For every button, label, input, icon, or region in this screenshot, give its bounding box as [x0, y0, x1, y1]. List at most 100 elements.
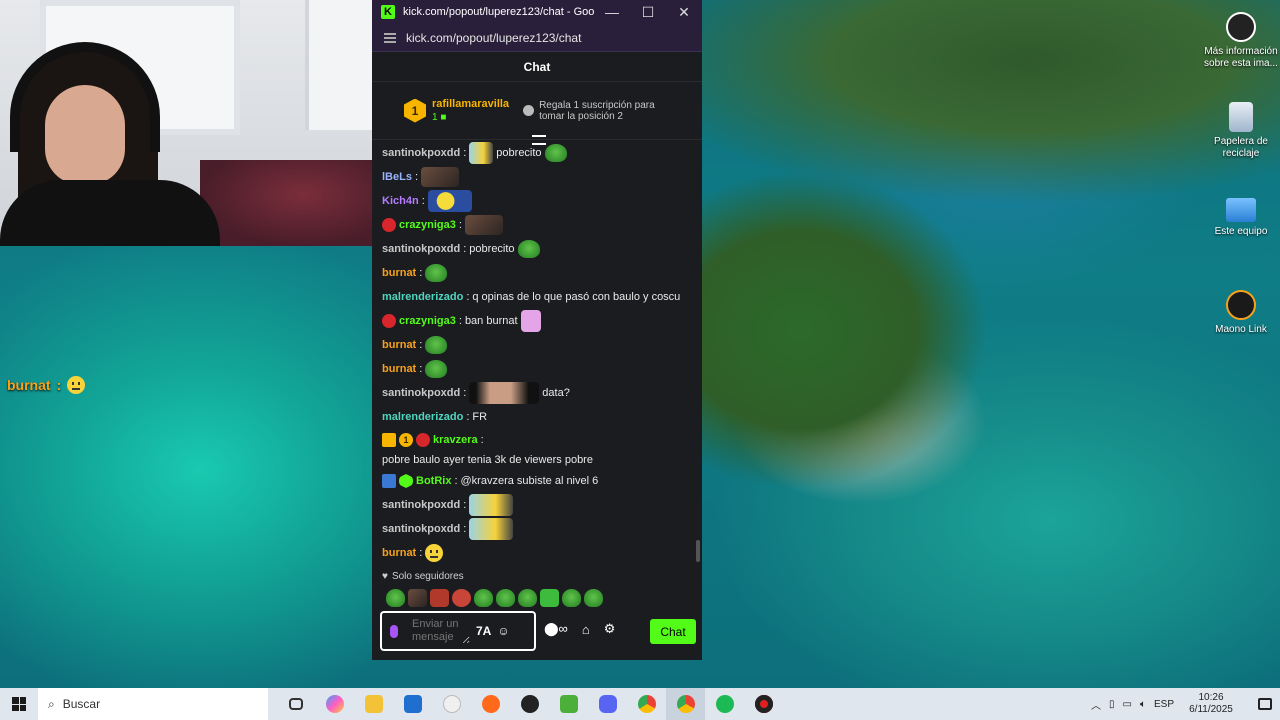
message-composer[interactable]: 7A ☺: [380, 611, 536, 651]
verified-badge-icon: [399, 474, 413, 488]
desktop-icon-maono[interactable]: Maono Link: [1201, 290, 1280, 336]
desktop-icon-info[interactable]: Más información sobre esta ima...: [1201, 12, 1280, 70]
chat-username[interactable]: santinokpoxdd: [382, 523, 460, 535]
clock[interactable]: 10:26 6/11/2025: [1182, 692, 1240, 716]
desktop-icon-this-pc[interactable]: Este equipo: [1201, 198, 1280, 238]
quick-emote[interactable]: [562, 589, 581, 607]
send-chat-button[interactable]: Chat: [650, 619, 696, 644]
chat-message: burnat:: [382, 261, 692, 285]
quick-emote[interactable]: [540, 589, 559, 607]
desktop-icon-recycle-bin[interactable]: Papelera de reciclaje: [1201, 102, 1280, 160]
chat-messages: santinokpoxdd: pobrecito lBeLs: Kich4n: …: [382, 141, 692, 565]
chat-username[interactable]: burnat: [382, 339, 416, 351]
chat-username[interactable]: lBeLs: [382, 171, 412, 183]
desktop-icon-label: Más información sobre esta ima...: [1204, 46, 1278, 69]
chat-username[interactable]: malrenderizado: [382, 411, 463, 423]
quick-emote[interactable]: [584, 589, 603, 607]
taskbar-app-orange[interactable]: [471, 688, 510, 720]
quick-emote[interactable]: [386, 589, 405, 607]
taskbar-app-copilot[interactable]: [315, 688, 354, 720]
task-view-button[interactable]: [276, 688, 315, 720]
pinned-gifter-bar[interactable]: 1 rafillamaravilla 1 ■ Regala 1 suscripc…: [372, 82, 702, 145]
pinned-username[interactable]: rafillamaravilla: [432, 98, 509, 110]
microphone-icon[interactable]: [390, 624, 398, 638]
emote-frog: [425, 336, 448, 354]
chevron-up-icon[interactable]: ︿: [1091, 697, 1101, 712]
chat-username[interactable]: burnat: [382, 363, 416, 375]
minimize-button[interactable]: —: [594, 4, 630, 20]
start-button[interactable]: [0, 688, 38, 720]
overlay-user: burnat: [7, 377, 51, 393]
site-settings-icon[interactable]: [384, 32, 396, 43]
desktop-icon-label: Este equipo: [1214, 226, 1268, 237]
clock-time: 10:26: [1198, 692, 1224, 703]
taskbar-app-store[interactable]: [393, 688, 432, 720]
folder-icon: [364, 695, 383, 713]
chat-username[interactable]: BotRix: [416, 475, 451, 487]
gift-sub-prompt[interactable]: Regala 1 suscripción para tomar la posic…: [523, 100, 663, 122]
window-title: kick.com/popout/luperez123/chat - Google…: [403, 6, 594, 18]
taskbar-app-discord[interactable]: [588, 688, 627, 720]
quick-emote[interactable]: [474, 589, 493, 607]
taskbar-app-spotify[interactable]: [705, 688, 744, 720]
settings-gear-icon[interactable]: ⚙: [604, 621, 616, 637]
taskbar-app-word[interactable]: [432, 688, 471, 720]
close-button[interactable]: ✕: [666, 4, 702, 21]
chat-message: santinokpoxdd: pobrecito: [382, 141, 692, 165]
copilot-icon: [325, 695, 344, 713]
language-indicator[interactable]: ESP: [1154, 699, 1174, 710]
quick-emote[interactable]: [452, 589, 471, 607]
chat-username[interactable]: burnat: [382, 547, 416, 559]
chat-message: santinokpoxdd:: [382, 493, 692, 517]
channel-points-icon[interactable]: ⬤∞: [544, 621, 568, 637]
message-input[interactable]: [412, 618, 470, 644]
address-bar[interactable]: kick.com/popout/luperez123/chat: [372, 24, 702, 52]
word-icon: [442, 695, 461, 713]
emote-blob: [469, 518, 514, 540]
taskbar-app-obs[interactable]: [510, 688, 549, 720]
chat-username[interactable]: crazyniga3: [399, 219, 456, 231]
chat-tools: ⬤∞ ⌂ ⚙: [544, 621, 615, 637]
chat-text: q opinas de lo que pasó con baulo y cosc…: [472, 291, 681, 303]
taskbar-app-record[interactable]: [744, 688, 783, 720]
taskbar-app-chrome[interactable]: [627, 688, 666, 720]
quick-emote[interactable]: [496, 589, 515, 607]
quick-emote[interactable]: [430, 589, 449, 607]
chat-username[interactable]: santinokpoxdd: [382, 243, 460, 255]
taskbar-search[interactable]: ⌕ Buscar: [38, 688, 268, 720]
chat-username[interactable]: kravzera: [433, 433, 478, 448]
browser-window: K kick.com/popout/luperez123/chat - Goog…: [372, 0, 702, 660]
chat-username[interactable]: crazyniga3: [399, 315, 456, 327]
chat-username[interactable]: malrenderizado: [382, 291, 463, 303]
chat-header: Chat: [372, 52, 702, 82]
followers-only-label: Solo seguidores: [391, 571, 464, 582]
gift-icon: ■: [440, 112, 447, 123]
store-icon: [403, 695, 422, 713]
store-icon[interactable]: ⌂: [582, 622, 590, 637]
quick-emote[interactable]: [518, 589, 537, 607]
volume-icon[interactable]: 🔈︎: [1140, 699, 1146, 710]
quick-emote[interactable]: [408, 589, 427, 607]
chat-scrollbar[interactable]: [696, 540, 700, 562]
stream-overlay-message: burnat :: [7, 376, 86, 394]
chat-username[interactable]: santinokpoxdd: [382, 387, 460, 399]
chat-username[interactable]: santinokpoxdd: [382, 499, 460, 511]
notification-icon[interactable]: [1258, 698, 1272, 710]
chat-username[interactable]: burnat: [382, 267, 416, 279]
chat-message: burnat:: [382, 333, 692, 357]
translate-icon[interactable]: 7A: [476, 624, 491, 638]
network-icon[interactable]: ▭: [1123, 699, 1132, 710]
chat-username[interactable]: Kich4n: [382, 195, 419, 207]
taskbar-app-minecraft[interactable]: [549, 688, 588, 720]
maximize-button[interactable]: ☐: [630, 4, 666, 21]
chat-text: ban burnat: [464, 315, 518, 327]
chat-username[interactable]: santinokpoxdd: [382, 147, 460, 159]
taskbar-app-explorer[interactable]: [354, 688, 393, 720]
emoji-icon[interactable]: ☺: [497, 624, 509, 638]
battery-icon[interactable]: ▯: [1109, 699, 1115, 710]
chat-message: santinokpoxdd: pobrecito: [382, 237, 692, 261]
chat-text: pobrecito: [496, 147, 542, 159]
chat-text: pobrecito: [469, 243, 515, 255]
taskbar-app-chrome-active[interactable]: [666, 688, 705, 720]
url-text[interactable]: kick.com/popout/luperez123/chat: [406, 31, 581, 45]
